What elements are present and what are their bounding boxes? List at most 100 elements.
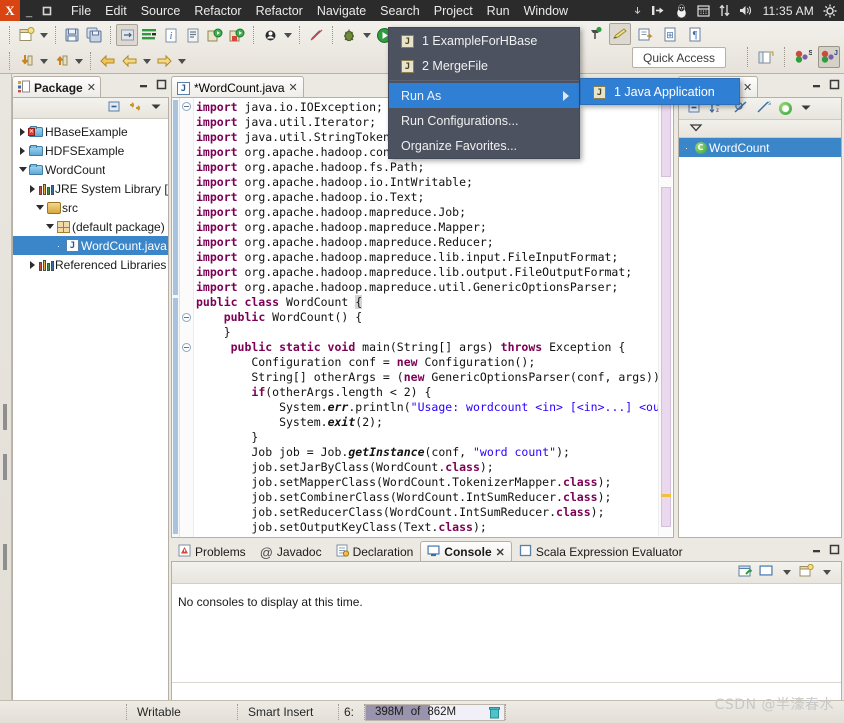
menu-item-organize-favorites[interactable]: Organize Favorites... bbox=[389, 133, 579, 158]
tree-item-default-package[interactable]: (default package) bbox=[13, 217, 168, 236]
step-out-icon[interactable] bbox=[50, 50, 72, 72]
edge-strip-handle[interactable] bbox=[3, 404, 7, 430]
menu-item-run-as[interactable]: Run As bbox=[389, 83, 579, 108]
tab-problems[interactable]: Problems bbox=[171, 541, 253, 562]
expand-arrow-icon[interactable] bbox=[27, 185, 38, 193]
tree-item-src[interactable]: src bbox=[13, 198, 168, 217]
menu-item-example-for-hbase[interactable]: J 1 ExampleForHBase bbox=[389, 28, 579, 53]
pin-editor-icon[interactable] bbox=[584, 23, 606, 45]
trash-icon[interactable] bbox=[485, 706, 504, 719]
link-with-editor-icon[interactable] bbox=[128, 100, 143, 116]
menu-item-run-configurations[interactable]: Run Configurations... bbox=[389, 108, 579, 133]
pencil-icon[interactable] bbox=[609, 23, 631, 45]
skip-dropdown-arrow[interactable] bbox=[281, 24, 294, 46]
prev-icon[interactable] bbox=[118, 50, 140, 72]
paragraph-icon[interactable]: ¶ bbox=[684, 23, 706, 45]
collapse-all-icon[interactable] bbox=[107, 100, 121, 116]
debug-icon[interactable] bbox=[338, 24, 360, 46]
hide-nonpublic-icon[interactable]: ● bbox=[779, 102, 792, 115]
heap-monitor[interactable]: 398M of 862M bbox=[365, 704, 505, 721]
run-last-icon[interactable] bbox=[226, 24, 248, 46]
collapse-arrow-icon[interactable] bbox=[34, 205, 45, 210]
new-dropdown-arrow[interactable] bbox=[37, 24, 50, 46]
maximize-icon[interactable] bbox=[829, 544, 840, 555]
open-console-icon[interactable] bbox=[738, 564, 753, 581]
hide-static-icon[interactable]: s bbox=[756, 100, 771, 117]
tree-item-jre-system-library[interactable]: JRE System Library [j bbox=[13, 179, 168, 198]
updown-arrows-icon[interactable] bbox=[719, 4, 730, 17]
display-console-icon[interactable] bbox=[759, 564, 774, 581]
close-icon[interactable]: ✕ bbox=[496, 546, 505, 559]
fold-marker-icon[interactable] bbox=[182, 343, 191, 352]
settings-gear-icon[interactable] bbox=[823, 4, 837, 18]
view-menu-icon[interactable] bbox=[150, 101, 162, 115]
tree-item-hdfsexample[interactable]: HDFSExample bbox=[13, 141, 168, 160]
fold-marker-icon[interactable] bbox=[182, 313, 191, 322]
overview-warning-tick[interactable] bbox=[661, 494, 671, 497]
view-menu-icon[interactable] bbox=[689, 122, 703, 136]
overview-ruler[interactable] bbox=[658, 99, 672, 536]
next-arrow[interactable] bbox=[175, 50, 188, 72]
minimize-icon[interactable] bbox=[138, 79, 149, 90]
maximize-icon[interactable] bbox=[156, 79, 167, 90]
fold-marker-icon[interactable] bbox=[182, 102, 191, 111]
save-all-icon[interactable] bbox=[83, 24, 105, 46]
menu-refactor-1[interactable]: Refactor bbox=[187, 3, 248, 19]
expand-arrow-icon[interactable] bbox=[27, 261, 38, 269]
back-icon[interactable] bbox=[96, 50, 118, 72]
menu-navigate[interactable]: Navigate bbox=[310, 3, 373, 19]
close-icon[interactable]: ✕ bbox=[87, 81, 96, 94]
edge-strip-handle[interactable] bbox=[3, 544, 7, 570]
menu-item-java-application[interactable]: J 1 Java Application bbox=[581, 79, 739, 104]
menu-source[interactable]: Source bbox=[134, 3, 188, 19]
close-icon[interactable]: ✕ bbox=[289, 81, 298, 94]
new-console-dropdown-arrow[interactable] bbox=[820, 566, 833, 580]
menu-item-merge-file[interactable]: J 2 MergeFile bbox=[389, 53, 579, 78]
save-icon[interactable] bbox=[61, 24, 83, 46]
editor-body[interactable]: import java.io.IOException; import java.… bbox=[171, 97, 674, 538]
menu-window[interactable]: Window bbox=[517, 3, 575, 19]
toggle-mark-occurrences-icon[interactable] bbox=[116, 24, 138, 46]
external-tools-icon[interactable] bbox=[305, 24, 327, 46]
window-close-button[interactable]: X bbox=[0, 0, 20, 21]
step-into-arrow[interactable] bbox=[37, 50, 50, 72]
minimize-icon[interactable] bbox=[811, 544, 822, 555]
expand-arrow-icon[interactable] bbox=[17, 128, 28, 136]
tab-scala-expression-evaluator[interactable]: Scala Expression Evaluator bbox=[512, 541, 690, 562]
source-code[interactable]: import java.io.IOException; import java.… bbox=[196, 100, 651, 537]
tab-wordcount-java[interactable]: J *WordCount.java ✕ bbox=[171, 76, 304, 98]
maximize-icon[interactable] bbox=[829, 79, 840, 90]
new-wizard-icon[interactable] bbox=[15, 24, 37, 46]
debug-last-icon[interactable] bbox=[204, 24, 226, 46]
chevron-down-icon[interactable] bbox=[633, 6, 642, 15]
tab-declaration[interactable]: Declaration bbox=[329, 541, 421, 562]
folding-column[interactable] bbox=[180, 98, 194, 537]
view-menu-icon[interactable] bbox=[800, 102, 812, 116]
step-into-icon[interactable] bbox=[15, 50, 37, 72]
tab-package-explorer[interactable]: Package ✕ bbox=[12, 76, 101, 98]
tree-item-wordcount-java[interactable]: · J WordCount.java bbox=[13, 236, 168, 255]
link-editor-icon[interactable] bbox=[634, 23, 656, 45]
open-perspective-icon[interactable] bbox=[755, 46, 777, 68]
expand-arrow-icon[interactable] bbox=[17, 147, 28, 155]
quick-access-input[interactable]: Quick Access bbox=[632, 47, 726, 68]
step-out-arrow[interactable] bbox=[72, 50, 85, 72]
menu-edit[interactable]: Edit bbox=[98, 3, 134, 19]
close-icon[interactable]: ✕ bbox=[743, 81, 752, 94]
menu-refactor-2[interactable]: Refactor bbox=[249, 3, 310, 19]
window-maximize-button[interactable] bbox=[38, 0, 56, 21]
volume-icon[interactable] bbox=[739, 4, 754, 17]
skip-breakpoints-icon[interactable] bbox=[259, 24, 281, 46]
collapse-arrow-icon[interactable] bbox=[17, 167, 28, 172]
window-minimize-button[interactable]: _ bbox=[20, 0, 38, 21]
tab-javadoc[interactable]: @ Javadoc bbox=[253, 541, 329, 562]
tree-item-hbaseexample[interactable]: ✕ HBaseExample bbox=[13, 122, 168, 141]
menu-search[interactable]: Search bbox=[373, 3, 427, 19]
tree-item-referenced-libraries[interactable]: Referenced Libraries bbox=[13, 255, 168, 274]
tree-item-wordcount-project[interactable]: WordCount bbox=[13, 160, 168, 179]
annotations-icon[interactable]: i bbox=[160, 24, 182, 46]
open-task-icon[interactable] bbox=[182, 24, 204, 46]
new-console-icon[interactable] bbox=[799, 564, 814, 581]
outline-item-wordcount[interactable]: · C WordCount bbox=[679, 138, 841, 157]
display-dropdown-arrow[interactable] bbox=[780, 566, 793, 580]
